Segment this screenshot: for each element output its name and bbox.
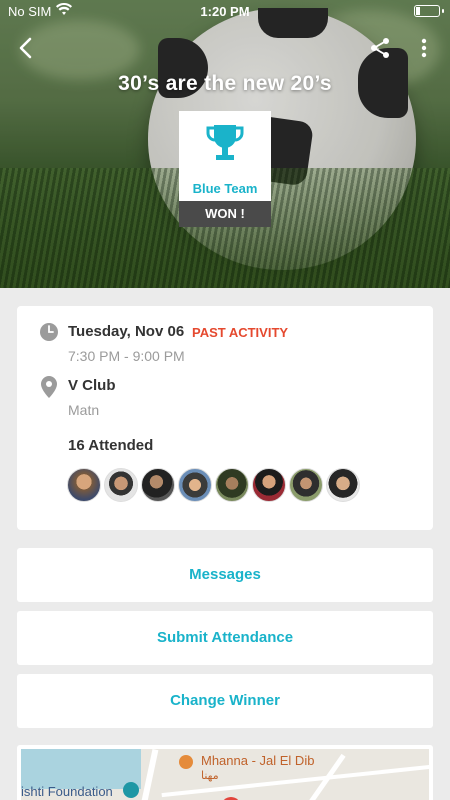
activity-title: 30’s are the new 20’s bbox=[118, 72, 332, 95]
winner-team-name: Blue Team bbox=[192, 181, 258, 196]
avatar[interactable] bbox=[215, 468, 249, 502]
avatar[interactable] bbox=[178, 468, 212, 502]
trophy-icon bbox=[206, 125, 244, 160]
attended-count: 16 Attended bbox=[68, 437, 154, 454]
won-label: WON ! bbox=[179, 201, 271, 227]
winner-badge: Blue Team WON ! bbox=[179, 111, 271, 227]
avatar[interactable] bbox=[141, 468, 175, 502]
more-options-icon[interactable] bbox=[414, 36, 434, 60]
change-winner-button[interactable]: Change Winner bbox=[17, 674, 433, 728]
location-map[interactable]: Mhanna - Jal El Dib مهنا ishti Foundatio… bbox=[17, 745, 433, 800]
clock-icon bbox=[40, 323, 58, 341]
map-place-label-local: مهنا bbox=[201, 770, 219, 782]
avatar[interactable] bbox=[289, 468, 323, 502]
foundation-pin-icon bbox=[123, 782, 139, 798]
messages-button[interactable]: Messages bbox=[17, 548, 433, 602]
event-time-range: 7:30 PM - 9:00 PM bbox=[68, 348, 185, 364]
venue-name[interactable]: V Club bbox=[68, 377, 116, 394]
location-pin-icon bbox=[41, 376, 57, 398]
restaurant-pin-icon bbox=[179, 755, 193, 769]
event-date: Tuesday, Nov 06 bbox=[68, 323, 185, 340]
venue-area: Matn bbox=[68, 402, 100, 418]
submit-attendance-button[interactable]: Submit Attendance bbox=[17, 611, 433, 665]
avatar[interactable] bbox=[104, 468, 138, 502]
map-place-label: ishti Foundation bbox=[21, 784, 113, 799]
event-details-card: Tuesday, Nov 06 PAST ACTIVITY 7:30 PM - … bbox=[17, 306, 433, 530]
map-water bbox=[21, 749, 141, 789]
map-place-label: Mhanna - Jal El Dib bbox=[201, 753, 315, 768]
avatar[interactable] bbox=[252, 468, 286, 502]
avatar[interactable] bbox=[326, 468, 360, 502]
status-time: 1:20 PM bbox=[200, 4, 250, 19]
status-bar: No SIM 1:20 PM bbox=[0, 0, 450, 24]
past-activity-badge: PAST ACTIVITY bbox=[192, 325, 289, 340]
back-arrow-icon[interactable] bbox=[12, 34, 40, 62]
share-icon[interactable] bbox=[368, 36, 392, 60]
avatar[interactable] bbox=[67, 468, 101, 502]
battery-icon bbox=[414, 5, 444, 17]
